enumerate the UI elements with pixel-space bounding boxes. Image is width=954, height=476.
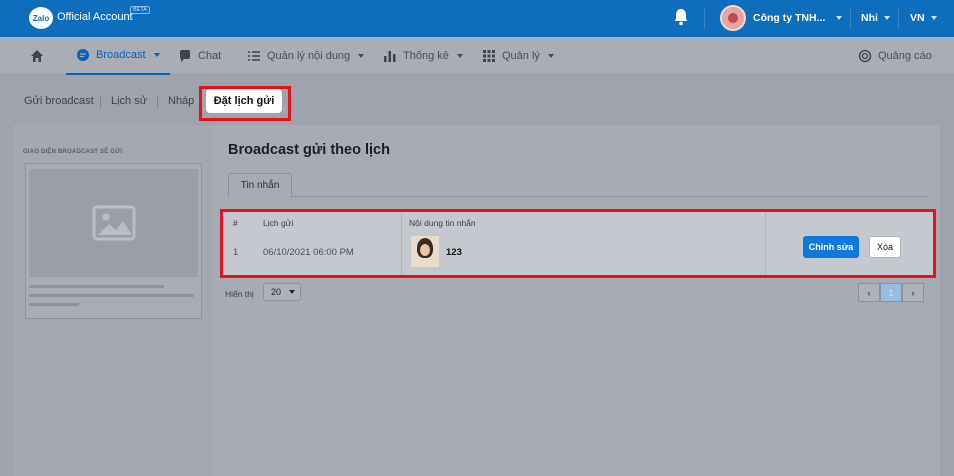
nav-content[interactable]: Quản lý nội dung — [247, 37, 365, 75]
chevron-down-icon[interactable] — [884, 16, 890, 20]
chevron-down-icon — [547, 54, 554, 58]
image-icon — [92, 205, 135, 241]
company-name[interactable]: Công ty TNH... — [753, 12, 825, 24]
page-title: Broadcast gửi theo lịch — [228, 142, 390, 158]
page-size-select[interactable]: 20 — [263, 283, 301, 301]
page-size-value: 20 — [271, 287, 282, 297]
chevron-down-icon[interactable] — [931, 16, 937, 20]
preview-image-placeholder — [29, 169, 198, 277]
top-bar: Zalo Official Account BETA Công ty TNH..… — [0, 0, 954, 37]
list-icon — [248, 51, 260, 61]
target-icon — [858, 49, 872, 63]
placeholder-line — [29, 294, 194, 297]
nav-broadcast-label: Broadcast — [96, 49, 146, 61]
highlight-box-schedule-row — [220, 209, 936, 278]
language-selector[interactable]: VN — [910, 12, 925, 24]
nav-manage[interactable]: Quản lý — [482, 37, 554, 75]
nav-manage-label: Quản lý — [502, 50, 540, 62]
chevron-down-icon — [456, 54, 463, 58]
content-tabs: Tin nhắn — [228, 173, 928, 198]
tab-messages[interactable]: Tin nhắn — [228, 173, 292, 198]
pagination: ‹ 1 › — [858, 283, 924, 302]
preview-title: GIAO DIỆN BROADCAST SẼ GỬI — [23, 149, 123, 155]
home-icon — [31, 50, 43, 62]
page-size-label: Hiển thị — [225, 289, 254, 299]
broadcast-icon — [77, 49, 89, 61]
chevron-down-icon — [153, 53, 160, 57]
page-button-current[interactable]: 1 — [880, 283, 902, 302]
zalo-logo[interactable]: Zalo — [29, 7, 53, 29]
topbar-divider — [850, 8, 851, 28]
placeholder-line — [29, 303, 79, 306]
chevron-right-icon: › — [911, 287, 915, 298]
nav-content-label: Quản lý nội dung — [267, 50, 351, 62]
subtab-history[interactable]: Lịch sử — [111, 95, 147, 107]
logo-text: Zalo — [32, 13, 50, 23]
next-page-button[interactable]: › — [902, 283, 924, 302]
highlight-box-schedule-tab — [199, 86, 291, 121]
scheduled-broadcast-panel: Broadcast gửi theo lịch Tin nhắn # Lịch … — [213, 125, 940, 476]
bar-chart-icon — [384, 51, 396, 62]
grid-icon — [483, 50, 495, 62]
placeholder-line — [29, 285, 164, 288]
nav-chat-label: Chat — [198, 50, 222, 62]
page-number: 1 — [888, 287, 894, 298]
brand-title: Official Account — [57, 11, 133, 23]
topbar-divider — [704, 8, 705, 28]
nav-ads-label: Quảng cáo — [878, 50, 932, 62]
chat-icon — [180, 50, 190, 62]
chevron-left-icon: ‹ — [867, 287, 871, 298]
nav-ads[interactable]: Quảng cáo — [858, 37, 932, 75]
subtab-divider — [100, 96, 101, 108]
tab-messages-label: Tin nhắn — [240, 180, 280, 191]
broadcast-subtabs: Gửi broadcast Lịch sử Nháp Đặt lịch gửi — [0, 75, 954, 125]
chevron-down-icon — [358, 54, 365, 58]
topbar-divider — [898, 8, 899, 28]
nav-stats-label: Thống kê — [403, 50, 449, 62]
preview-card — [25, 163, 202, 319]
main-nav: Broadcast Chat Quản lý nội dung Thống kê… — [0, 37, 954, 75]
broadcast-preview-panel: GIAO DIỆN BROADCAST SẼ GỬI — [13, 125, 213, 476]
subtab-send[interactable]: Gửi broadcast — [24, 95, 94, 107]
beta-badge: BETA — [130, 6, 150, 14]
nav-home[interactable] — [30, 37, 44, 75]
subtab-draft[interactable]: Nháp — [168, 95, 194, 107]
user-name[interactable]: Nhi — [861, 12, 878, 24]
chevron-down-icon — [289, 290, 296, 294]
chevron-down-icon[interactable] — [836, 16, 842, 20]
subtab-divider — [157, 96, 158, 108]
nav-chat[interactable]: Chat — [178, 37, 221, 75]
bell-icon[interactable] — [673, 8, 689, 26]
prev-page-button[interactable]: ‹ — [858, 283, 880, 302]
nav-stats[interactable]: Thống kê — [383, 37, 463, 75]
nav-broadcast[interactable]: Broadcast — [66, 37, 170, 75]
company-avatar[interactable] — [720, 5, 746, 31]
